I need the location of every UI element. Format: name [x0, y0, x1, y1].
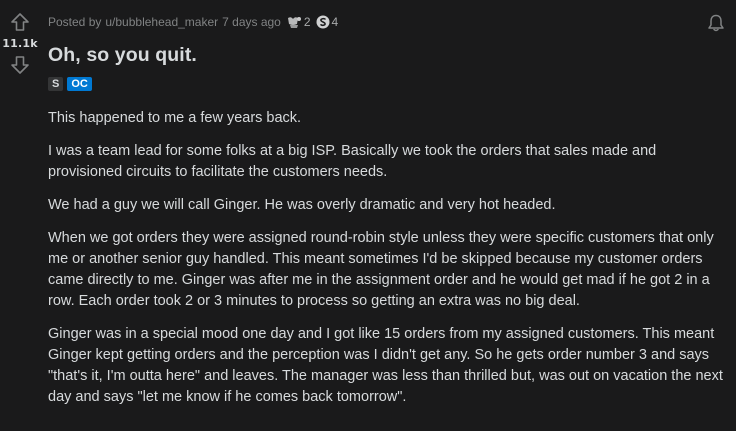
posted-by-label: Posted by [48, 15, 102, 29]
upvote-arrow-icon [11, 13, 29, 31]
bell-icon [708, 14, 724, 32]
post-body: This happened to me a few years back. I … [48, 108, 728, 420]
author-link[interactable]: u/bubblehead_maker [105, 15, 218, 29]
award-1-count: 2 [303, 15, 311, 29]
flair-list: S OC [48, 77, 92, 91]
post-card: 11.1k Posted by u/bubblehead_maker 7 day… [0, 0, 736, 431]
upvote-button[interactable] [9, 11, 31, 33]
downvote-arrow-icon [11, 56, 29, 74]
vote-column: 11.1k [0, 0, 40, 76]
notification-bell-button[interactable] [706, 13, 726, 33]
silver-award-icon [316, 15, 330, 29]
trophy-award-icon [287, 17, 301, 28]
post-paragraph: I was a team lead for some folks at a bi… [48, 143, 657, 180]
flair-s[interactable]: S [48, 77, 64, 91]
post-paragraph: This happened to me a few years back. [48, 110, 302, 126]
post-title[interactable]: Oh, so you quit. [48, 44, 197, 67]
post-paragraph: When we got orders they were assigned ro… [48, 230, 714, 309]
post-paragraph: Ginger was in a special mood one day and… [48, 326, 723, 405]
award-2-count: 4 [331, 15, 339, 29]
downvote-button[interactable] [9, 54, 31, 76]
award-2[interactable]: 4 [316, 15, 339, 29]
post-paragraph: We had a guy we will call Ginger. He was… [48, 197, 556, 213]
post-time: 7 days ago [222, 15, 281, 29]
post-meta: Posted by u/bubblehead_maker 7 days ago … [48, 15, 338, 29]
award-1[interactable]: 2 [286, 15, 311, 29]
vote-score: 11.1k [2, 37, 38, 50]
flair-oc[interactable]: OC [67, 77, 92, 91]
